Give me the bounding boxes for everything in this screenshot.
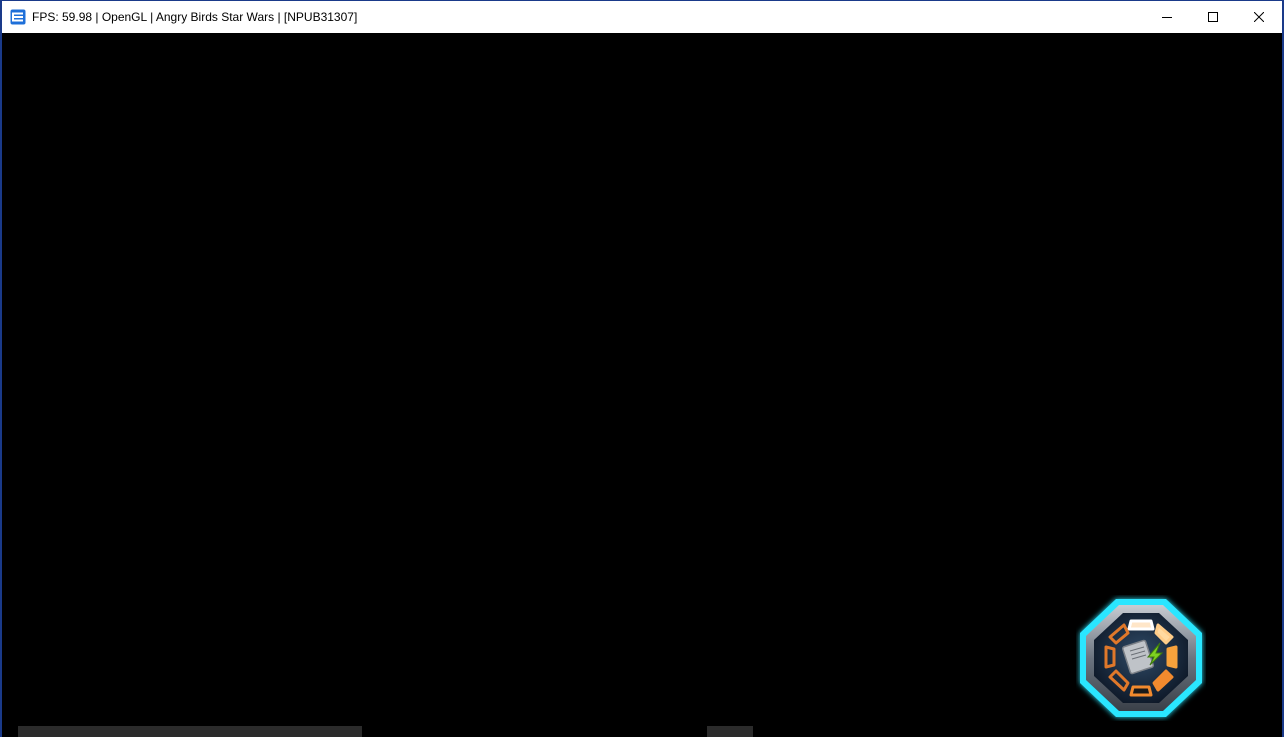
close-button[interactable] xyxy=(1236,1,1282,33)
window-title: FPS: 59.98 | OpenGL | Angry Birds Star W… xyxy=(32,10,358,24)
close-icon xyxy=(1254,12,1264,22)
maximize-icon xyxy=(1208,12,1218,22)
rpcs3-icon xyxy=(10,9,26,25)
minimize-icon xyxy=(1162,17,1172,18)
maximize-button[interactable] xyxy=(1190,1,1236,33)
game-viewport[interactable] xyxy=(2,33,1282,737)
taskbar-search-area[interactable] xyxy=(18,726,362,737)
taskbar-app-tile[interactable] xyxy=(707,726,753,737)
window-controls xyxy=(1144,1,1282,33)
save-disc-octagon-icon[interactable] xyxy=(1076,595,1206,721)
title-bar[interactable]: FPS: 59.98 | OpenGL | Angry Birds Star W… xyxy=(2,0,1282,33)
taskbar-peek xyxy=(2,726,1282,737)
minimize-button[interactable] xyxy=(1144,1,1190,33)
emulator-window: FPS: 59.98 | OpenGL | Angry Birds Star W… xyxy=(0,0,1284,737)
